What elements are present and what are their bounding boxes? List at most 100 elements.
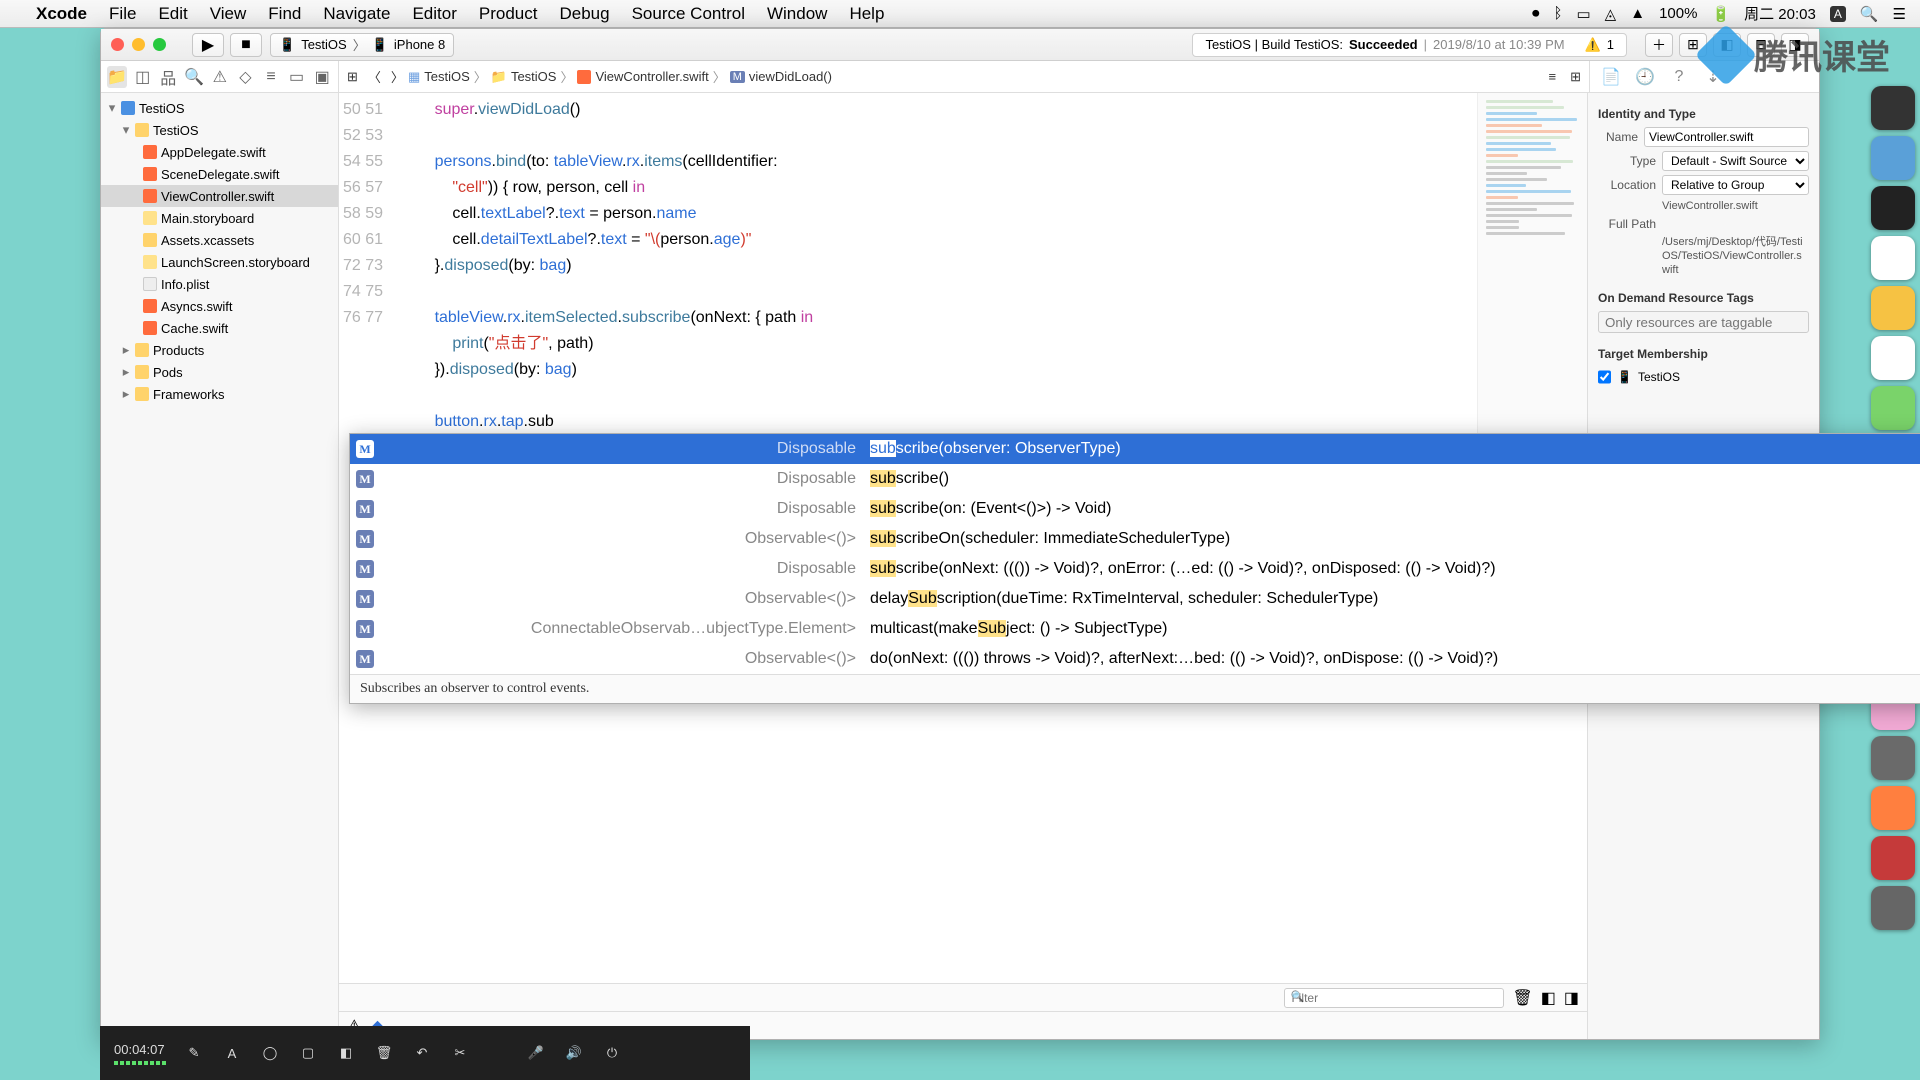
- menu-editor[interactable]: Editor: [412, 4, 456, 24]
- menu-help[interactable]: Help: [849, 4, 884, 24]
- help-inspector-tab[interactable]: ?: [1670, 68, 1688, 86]
- debug-navigator-tab[interactable]: ≡: [261, 66, 281, 88]
- mic-icon[interactable]: 🎤: [526, 1043, 546, 1063]
- dock-app-icon[interactable]: [1871, 86, 1915, 130]
- project-navigator-tab[interactable]: 📁: [107, 66, 127, 88]
- expand-console-icon[interactable]: ◨: [1564, 988, 1579, 1008]
- cut-tool-icon[interactable]: ✂: [450, 1043, 470, 1063]
- run-button[interactable]: ▶: [192, 33, 224, 57]
- menu-source-control[interactable]: Source Control: [632, 4, 745, 24]
- project-navigator[interactable]: ▾TestiOS ▾TestiOS AppDelegate.swiftScene…: [101, 93, 339, 1039]
- source-editor[interactable]: 50 51 52 53 54 55 56 57 58 59 60 61 72 7…: [339, 93, 1587, 1039]
- autocomplete-item[interactable]: MDisposablesubscribe(): [350, 464, 1920, 494]
- file-item[interactable]: Assets.xcassets: [101, 229, 338, 251]
- text-tool-icon[interactable]: A: [222, 1043, 242, 1063]
- history-inspector-tab[interactable]: 🕘: [1636, 68, 1654, 86]
- file-item[interactable]: Asyncs.swift: [101, 295, 338, 317]
- symbol-navigator-tab[interactable]: 品: [159, 66, 179, 88]
- notification-center-icon[interactable]: ☰: [1893, 5, 1906, 23]
- rect-tool-icon[interactable]: ▢: [298, 1043, 318, 1063]
- app-menu[interactable]: Xcode: [36, 4, 87, 24]
- menu-find[interactable]: Find: [268, 4, 301, 24]
- volume-icon[interactable]: ▲: [1630, 5, 1645, 22]
- autocomplete-item[interactable]: MDisposablesubscribe(observer: ObserverT…: [350, 434, 1920, 464]
- add-editor-icon[interactable]: ⊞: [1570, 69, 1581, 85]
- file-item[interactable]: Info.plist: [101, 273, 338, 295]
- dock-app-icon[interactable]: [1871, 386, 1915, 430]
- autocomplete-popup[interactable]: MDisposablesubscribe(observer: ObserverT…: [349, 433, 1920, 704]
- bluetooth-icon[interactable]: ᛒ: [1553, 5, 1562, 22]
- debug-filter-input[interactable]: [1284, 988, 1504, 1008]
- window-zoom-button[interactable]: [153, 38, 166, 51]
- dock-app-icon[interactable]: [1871, 786, 1915, 830]
- menu-product[interactable]: Product: [479, 4, 538, 24]
- autocomplete-item[interactable]: MDisposablesubscribe(on: (Event<()>) -> …: [350, 494, 1920, 524]
- battery-icon[interactable]: 🔋: [1711, 5, 1730, 23]
- menu-view[interactable]: View: [210, 4, 247, 24]
- menu-navigate[interactable]: Navigate: [323, 4, 390, 24]
- clock[interactable]: 周二 20:03: [1744, 3, 1816, 24]
- dock-app-icon[interactable]: [1871, 886, 1915, 930]
- folder-item[interactable]: ▸Products: [101, 339, 338, 361]
- menu-edit[interactable]: Edit: [158, 4, 187, 24]
- scheme-selector[interactable]: 📱 TestiOS 〉 📱 iPhone 8: [270, 33, 454, 57]
- file-item[interactable]: SceneDelegate.swift: [101, 163, 338, 185]
- folder-item[interactable]: ▸Frameworks: [101, 383, 338, 405]
- dock-app-icon[interactable]: [1871, 236, 1915, 280]
- dock-app-icon[interactable]: [1871, 336, 1915, 380]
- folder-item[interactable]: ▸Pods: [101, 361, 338, 383]
- report-navigator-tab[interactable]: ▣: [312, 66, 332, 88]
- dock-app-icon[interactable]: [1871, 186, 1915, 230]
- menu-file[interactable]: File: [109, 4, 136, 24]
- power-icon[interactable]: ⏻: [602, 1043, 622, 1063]
- wifi-icon[interactable]: ◬: [1605, 5, 1617, 23]
- screen-record-icon[interactable]: ⏺: [1532, 5, 1540, 22]
- back-button[interactable]: 〈: [368, 67, 381, 86]
- pen-tool-icon[interactable]: ✎: [184, 1043, 204, 1063]
- file-item[interactable]: Main.storyboard: [101, 207, 338, 229]
- warning-icon[interactable]: ⚠️: [1585, 37, 1601, 53]
- library-button[interactable]: ＋: [1645, 33, 1673, 57]
- autocomplete-item[interactable]: MConnectableObservab…ubjectType.Element>…: [350, 614, 1920, 644]
- autocomplete-item[interactable]: MDisposablesubscribe(onNext: ((()) -> Vo…: [350, 554, 1920, 584]
- jump-bar[interactable]: ⊞ 〈 〉 ▦TestiOS〉 📁TestiOS〉 ViewController…: [339, 61, 1589, 92]
- editor-mode-icon[interactable]: ≡: [1549, 69, 1557, 84]
- undo-tool-icon[interactable]: ↶: [412, 1043, 432, 1063]
- dock-app-icon[interactable]: [1871, 736, 1915, 780]
- menu-window[interactable]: Window: [767, 4, 827, 24]
- dock-app-icon[interactable]: [1871, 286, 1915, 330]
- trash-tool-icon[interactable]: 🗑: [374, 1043, 394, 1063]
- split-console-icon[interactable]: ◧: [1541, 988, 1556, 1008]
- related-items-icon[interactable]: ⊞: [347, 69, 358, 85]
- speaker-icon[interactable]: 🔊: [564, 1043, 584, 1063]
- spotlight-icon[interactable]: 🔍: [1860, 5, 1879, 23]
- display-icon[interactable]: ▭: [1576, 5, 1590, 23]
- circle-tool-icon[interactable]: ◯: [260, 1043, 280, 1063]
- dock-app-icon[interactable]: [1871, 836, 1915, 880]
- input-source-icon[interactable]: A: [1830, 6, 1846, 22]
- video-controls[interactable]: 00:04:07 ✎ A ◯ ▢ ◧ 🗑 ↶ ✂ 🎤 🔊 ⏻: [100, 1026, 750, 1080]
- find-navigator-tab[interactable]: 🔍: [184, 66, 204, 88]
- file-name-input[interactable]: [1644, 127, 1809, 147]
- trash-icon[interactable]: 🗑: [1512, 988, 1532, 1008]
- file-item[interactable]: Cache.swift: [101, 317, 338, 339]
- forward-button[interactable]: 〉: [391, 67, 404, 86]
- file-inspector-tab[interactable]: 📄: [1602, 68, 1620, 86]
- test-navigator-tab[interactable]: ◇: [236, 66, 256, 88]
- window-close-button[interactable]: [111, 38, 124, 51]
- source-control-navigator-tab[interactable]: ◫: [133, 66, 153, 88]
- dock-app-icon[interactable]: [1871, 136, 1915, 180]
- menu-debug[interactable]: Debug: [559, 4, 609, 24]
- autocomplete-item[interactable]: MObservable<()>delaySubscription(dueTime…: [350, 584, 1920, 614]
- window-minimize-button[interactable]: [132, 38, 145, 51]
- target-checkbox[interactable]: [1598, 367, 1611, 387]
- file-item[interactable]: ViewController.swift: [101, 185, 338, 207]
- eraser-tool-icon[interactable]: ◧: [336, 1043, 356, 1063]
- location-select[interactable]: Relative to Group: [1662, 175, 1809, 195]
- file-item[interactable]: AppDelegate.swift: [101, 141, 338, 163]
- stop-button[interactable]: ■: [230, 33, 262, 57]
- file-item[interactable]: LaunchScreen.storyboard: [101, 251, 338, 273]
- breakpoint-navigator-tab[interactable]: ▭: [287, 66, 307, 88]
- file-type-select[interactable]: Default - Swift Source: [1662, 151, 1809, 171]
- issue-navigator-tab[interactable]: ⚠: [210, 66, 230, 88]
